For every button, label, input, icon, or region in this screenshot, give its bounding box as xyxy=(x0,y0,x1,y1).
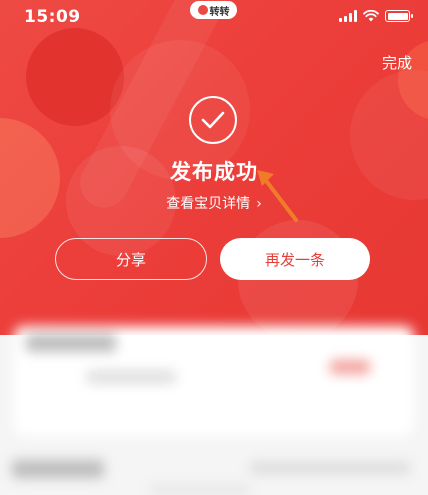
success-hero-banner: 15:09 转转 完成 发布成功 查看宝贝详情 › 分享 再发一条 xyxy=(0,0,428,335)
post-another-button[interactable]: 再发一条 xyxy=(220,238,370,280)
app-logo-icon xyxy=(197,5,208,15)
blurred-placeholder xyxy=(150,485,250,495)
blurred-placeholder xyxy=(12,460,104,478)
blurred-placeholder xyxy=(26,334,116,352)
status-time: 15:09 xyxy=(24,7,81,27)
app-name: 转转 xyxy=(209,6,230,18)
share-button[interactable]: 分享 xyxy=(55,238,207,280)
cellular-signal-icon xyxy=(339,10,357,22)
view-item-details-label: 查看宝贝详情 xyxy=(166,196,251,212)
success-title: 发布成功 xyxy=(170,160,258,184)
app-indicator-pill: 转转 xyxy=(190,1,237,19)
publish-success-screen: 15:09 转转 完成 发布成功 查看宝贝详情 › 分享 再发一条 xyxy=(0,0,428,495)
blurred-placeholder xyxy=(86,370,176,384)
view-item-details-link[interactable]: 查看宝贝详情 › xyxy=(0,193,428,213)
annotation-arrow-icon xyxy=(257,170,298,222)
done-button[interactable]: 完成 xyxy=(382,52,412,73)
success-check-icon xyxy=(189,96,237,144)
wifi-icon xyxy=(363,10,379,22)
blurred-content-area xyxy=(0,320,428,495)
status-bar: 15:09 转转 xyxy=(0,0,428,34)
blurred-placeholder xyxy=(250,462,410,474)
blurred-placeholder xyxy=(330,360,370,374)
status-icons xyxy=(339,10,413,22)
battery-icon xyxy=(385,10,413,22)
